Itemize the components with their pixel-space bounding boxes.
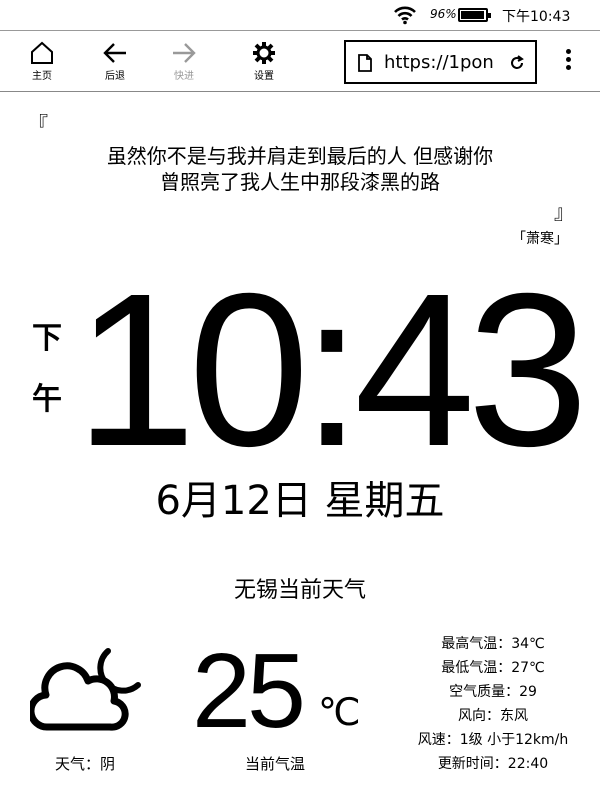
more-menu-button[interactable] <box>558 49 578 75</box>
quote-line-1: 虽然你不是与我并肩走到最后的人 但感谢你 <box>106 144 494 168</box>
battery-icon <box>458 8 491 22</box>
weather-details: 最高气温：34℃ 最低气温：27℃ 空气质量：29 风向：东风 风速：1级 小于… <box>398 632 588 776</box>
wind-direction: 风向：东风 <box>458 708 528 724</box>
temperature-label: 当前气温 <box>245 755 306 773</box>
home-label: 主页 <box>32 71 52 82</box>
min-temperature: 最低气温：27℃ <box>441 660 545 676</box>
status-bar: 96% 下午10:43 <box>0 0 600 30</box>
battery-fill <box>461 11 485 19</box>
current-temperature: 25 <box>192 632 306 750</box>
ampm-char-1: 下 <box>32 321 62 356</box>
home-button[interactable]: 主页 <box>17 37 67 85</box>
url-bar[interactable]: https://1pon <box>344 40 537 84</box>
quote-author: 「萧寒」 <box>512 231 568 247</box>
forward-label: 快进 <box>174 71 194 82</box>
back-button[interactable]: 后退 <box>90 37 140 85</box>
gear-icon <box>253 42 275 64</box>
quote-line-2: 曾照亮了我人生中那段漆黑的路 <box>160 170 440 194</box>
reload-icon[interactable] <box>509 55 525 71</box>
quote-close-mark: 』 <box>554 200 574 224</box>
big-clock-time: 10:43 <box>75 249 589 492</box>
weather-city: 无锡当前天气 <box>233 578 366 603</box>
date-text: 6月12日 星期五 <box>155 478 445 524</box>
arrow-left-icon <box>103 43 126 63</box>
air-quality: 空气质量：29 <box>449 684 537 700</box>
home-icon <box>31 41 53 64</box>
url-text: https://1pon <box>384 52 494 73</box>
max-temperature: 最高气温：34℃ <box>441 636 545 652</box>
temperature-unit: ℃ <box>318 690 361 734</box>
arrow-right-icon <box>173 43 196 63</box>
settings-label: 设置 <box>254 71 274 82</box>
settings-button[interactable]: 设置 <box>239 37 289 85</box>
battery-percent: 96% <box>430 7 457 21</box>
update-time: 更新时间：22:40 <box>437 756 549 772</box>
weather-condition: 天气：阴 <box>55 755 116 773</box>
status-time: 下午10:43 <box>502 9 571 25</box>
quote-open-mark: 『 <box>28 112 48 136</box>
forward-button[interactable]: 快进 <box>159 37 209 85</box>
document-icon <box>358 54 372 72</box>
ampm-char-2: 午 <box>32 382 62 417</box>
wind-speed: 风速：1级 小于12km/h <box>417 732 569 748</box>
back-label: 后退 <box>105 71 125 82</box>
browser-toolbar: 主页 后退 快进 设置 https://1pon <box>0 30 600 92</box>
wifi-icon <box>394 6 416 25</box>
cloudy-night-icon <box>30 648 141 731</box>
